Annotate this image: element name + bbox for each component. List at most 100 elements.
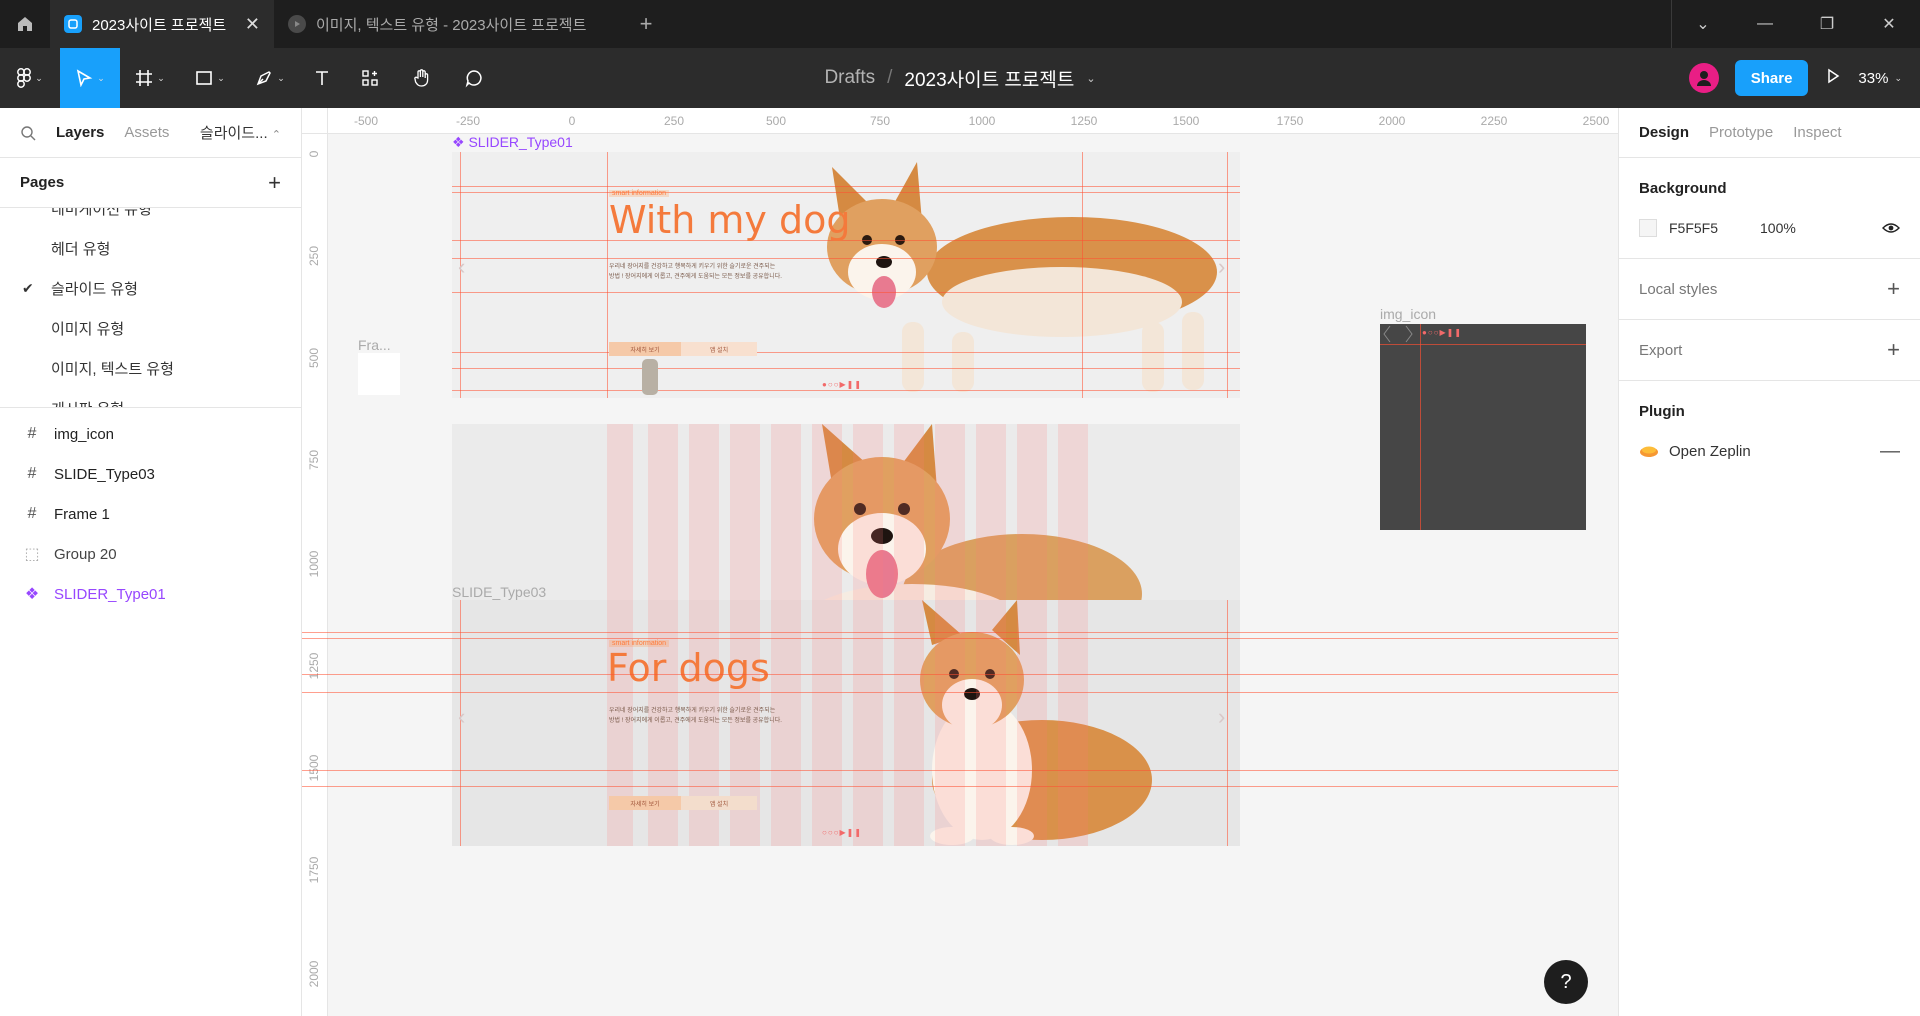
frame-hash-icon: # bbox=[27, 465, 37, 482]
ruler-tick: 1500 bbox=[1172, 114, 1200, 128]
share-button[interactable]: Share bbox=[1734, 60, 1809, 96]
left-panel-tabs: Layers Assets 슬라이드... ⌃ bbox=[0, 108, 301, 158]
page-item[interactable]: 네비게이션 유형 bbox=[0, 208, 301, 228]
move-tool-button[interactable]: ⌄ bbox=[60, 48, 120, 108]
tab-design[interactable]: Design bbox=[1639, 124, 1689, 141]
add-page-button[interactable]: + bbox=[268, 170, 281, 196]
comment-icon bbox=[465, 70, 482, 88]
tab-inspect[interactable]: Inspect bbox=[1793, 124, 1841, 141]
page-item[interactable]: 헤더 유형 bbox=[0, 228, 301, 268]
new-tab-button[interactable]: + bbox=[624, 0, 668, 48]
close-window-button[interactable]: ✕ bbox=[1858, 0, 1920, 48]
chevron-down-icon: ⌄ bbox=[217, 72, 225, 83]
text-tool-button[interactable] bbox=[300, 48, 344, 108]
chevron-down-icon[interactable]: ⌄ bbox=[1086, 72, 1095, 85]
eye-icon[interactable] bbox=[1882, 222, 1900, 234]
plugin-section: Plugin Open Zeplin — bbox=[1619, 381, 1920, 471]
frame-label-text: SLIDER_Type01 bbox=[468, 134, 573, 150]
zoom-menu[interactable]: 33% ⌄ bbox=[1858, 70, 1902, 87]
shape-tool-button[interactable]: ⌄ bbox=[180, 48, 240, 108]
frame-hash-icon: # bbox=[27, 505, 37, 522]
help-button[interactable]: ? bbox=[1544, 960, 1588, 1004]
page-selector[interactable]: 슬라이드... ⌃ bbox=[200, 122, 281, 143]
frame-label-slide-type03[interactable]: SLIDE_Type03 bbox=[452, 584, 546, 600]
tab-active-project[interactable]: 2023사이트 프로젝트 ✕ bbox=[50, 0, 274, 48]
frame-label-slider-type01[interactable]: ❖ SLIDER_Type01 bbox=[452, 134, 573, 151]
main-menu-button[interactable]: ⌄ bbox=[0, 48, 60, 108]
slide-type03-frame[interactable]: smart information For dogs 우리네 장어지를 건강하고… bbox=[452, 600, 1240, 846]
remove-plugin-button[interactable]: — bbox=[1880, 440, 1900, 463]
frame-label-img-icon[interactable]: img_icon bbox=[1380, 306, 1436, 322]
hero-install-button: 앱 설치 bbox=[681, 796, 757, 810]
plugin-row[interactable]: Open Zeplin — bbox=[1639, 431, 1900, 471]
tab-layers[interactable]: Layers bbox=[56, 124, 104, 141]
present-button[interactable] bbox=[1824, 67, 1842, 90]
window-controls: ⌄ — ❐ ✕ bbox=[1671, 0, 1920, 48]
tab-image-text-type[interactable]: 이미지, 텍스트 유형 - 2023사이트 프로젝트 bbox=[274, 0, 624, 48]
small-frame[interactable] bbox=[358, 353, 400, 395]
layout-column bbox=[894, 600, 924, 846]
layer-group-20[interactable]: ⬚ Group 20 bbox=[0, 534, 301, 574]
layer-slide-type03[interactable]: # SLIDE_Type03 bbox=[0, 454, 301, 494]
ruler-tick: 1250 bbox=[307, 652, 321, 680]
hero-desc-line: 우리네 장어지를 건강하고 행복하게 키우기 위한 슬기로운 견주되는 bbox=[609, 708, 776, 714]
frame-hash-icon: # bbox=[27, 425, 37, 442]
resources-icon bbox=[362, 70, 378, 86]
rectangle-icon bbox=[196, 71, 213, 85]
img-icon-frame[interactable]: ●○○▶❚❚ bbox=[1380, 324, 1586, 530]
chevron-down-icon: ⌄ bbox=[97, 72, 105, 83]
pages-header: Pages + bbox=[0, 158, 301, 208]
ruler-tick: 1000 bbox=[307, 550, 321, 578]
search-icon[interactable] bbox=[20, 125, 36, 141]
restore-button[interactable]: ❐ bbox=[1796, 0, 1858, 48]
group-dashed-icon: ⬚ bbox=[24, 546, 40, 563]
layer-label: img_icon bbox=[54, 425, 115, 443]
breadcrumb-drafts[interactable]: Drafts bbox=[824, 67, 875, 89]
ruler-tick: 0 bbox=[568, 114, 576, 128]
text-icon bbox=[316, 71, 328, 85]
ruler-tick: 2500 bbox=[1582, 114, 1610, 128]
frame-label-small[interactable]: Fra... bbox=[358, 337, 391, 353]
guide-line bbox=[452, 368, 1240, 369]
pen-tool-button[interactable]: ⌄ bbox=[240, 48, 300, 108]
tab-assets[interactable]: Assets bbox=[124, 124, 169, 141]
frame-tool-button[interactable]: ⌄ bbox=[120, 48, 180, 108]
page-item[interactable]: 이미지, 텍스트 유형 bbox=[0, 348, 301, 388]
background-hex[interactable]: F5F5F5 bbox=[1669, 220, 1718, 236]
hero-install-button: 앱 설치 bbox=[681, 342, 757, 356]
home-button[interactable] bbox=[0, 0, 50, 48]
add-style-button[interactable]: + bbox=[1887, 276, 1900, 302]
background-swatch[interactable] bbox=[1639, 219, 1657, 237]
canvas[interactable]: -500 -250 0 250 500 750 1000 1250 1500 1… bbox=[302, 108, 1618, 1016]
home-icon bbox=[18, 17, 32, 31]
document-name[interactable]: 2023사이트 프로젝트 bbox=[904, 65, 1074, 92]
guide-line bbox=[1420, 324, 1421, 530]
tab-prototype[interactable]: Prototype bbox=[1709, 124, 1773, 141]
minimize-button[interactable]: — bbox=[1734, 0, 1796, 48]
guide-line bbox=[452, 292, 1240, 293]
close-tab-icon[interactable]: ✕ bbox=[245, 14, 260, 35]
hand-tool-button[interactable] bbox=[396, 48, 448, 108]
tab-overflow-chevron-icon[interactable]: ⌄ bbox=[1672, 0, 1734, 48]
layer-frame-1[interactable]: # Frame 1 bbox=[0, 494, 301, 534]
layer-label: Group 20 bbox=[54, 545, 117, 563]
add-export-button[interactable]: + bbox=[1887, 337, 1900, 363]
local-styles-header: Local styles + bbox=[1639, 259, 1900, 319]
avatar[interactable] bbox=[1688, 63, 1719, 93]
page-item[interactable]: 이미지 유형 bbox=[0, 308, 301, 348]
guide-line bbox=[1227, 152, 1228, 398]
slider-type01-frame[interactable]: smart information With my dog 우리네 장어지를 건… bbox=[452, 152, 1240, 398]
breadcrumb-separator: / bbox=[887, 67, 893, 88]
resources-button[interactable] bbox=[344, 48, 396, 108]
layer-slider-type01[interactable]: ❖ SLIDER_Type01 bbox=[0, 574, 301, 614]
comment-tool-button[interactable] bbox=[448, 48, 500, 108]
pen-icon bbox=[256, 71, 272, 86]
background-section: Background F5F5F5 100% bbox=[1619, 158, 1920, 259]
page-item[interactable]: 게시판 유형 bbox=[0, 388, 301, 408]
chevron-down-icon: ⌄ bbox=[1894, 72, 1902, 83]
hero-description: 우리네 장어지를 건강하고 행복하게 키우기 위한 슬기로운 견주되는 방법 ! … bbox=[609, 706, 809, 726]
background-opacity[interactable]: 100% bbox=[1760, 220, 1796, 236]
page-item-current[interactable]: ✔ 슬라이드 유형 bbox=[0, 268, 301, 308]
export-title: Export bbox=[1639, 341, 1683, 359]
layer-img-icon[interactable]: # img_icon bbox=[0, 414, 301, 454]
